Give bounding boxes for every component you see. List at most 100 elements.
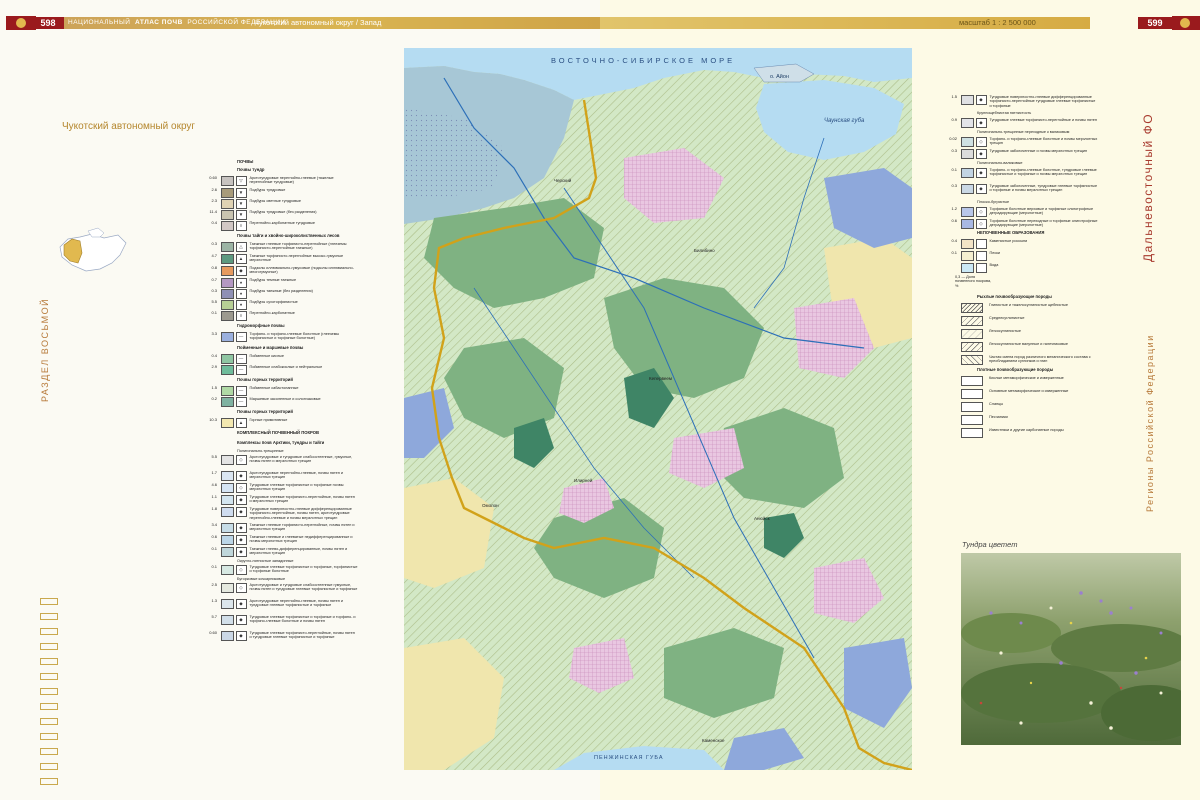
legend-item-label: Торфяно- и торфяно-глеевые болотные (гле… xyxy=(249,332,340,341)
legend-symbol-icon: ▼ xyxy=(235,188,247,198)
legend-symbol-icon: ♦ xyxy=(235,289,247,299)
legend-symbol-icon: ◊ xyxy=(235,311,247,321)
place-label: Анюйск xyxy=(754,516,770,521)
legend-item-label: Арктотундровые перегнойно-глеевые, почвы… xyxy=(249,471,344,480)
legend-symbol-icon: ◆ xyxy=(235,599,247,609)
legend-item-label: Горные примитивные xyxy=(249,418,288,422)
legend-pattern-swatch xyxy=(961,402,983,412)
legend-item: 2.5 ◇ Арктотундровые и тундровые слабоосте… xyxy=(205,582,358,593)
legend-item-percent: 1.1 xyxy=(211,494,217,499)
legend-item-label: Арктотундровые перегнойно-глеевые, почвы… xyxy=(249,599,344,608)
legend-item-label: Тундровые глеевые торфянисто-перегнойные… xyxy=(249,631,355,640)
legend-symbol-icon: ◆ xyxy=(235,547,247,557)
legend-item-label: Среднесуглинистые xyxy=(989,316,1025,320)
legend-item: 0.6 ◇ Торфяные болотные переходные и торфя… xyxy=(945,218,1098,229)
legend-item-label: Округло-пятнистые западинные xyxy=(237,559,294,563)
share-note: 0,3 — Доля почвенного покрова, % xyxy=(955,275,992,288)
legend-item-percent: 0.1 xyxy=(211,310,217,315)
legend-item: 0.8 ◆ Подзолы иллювиально-гумусовые (подзо… xyxy=(205,265,358,276)
legend-item: Легкосуглинистые xyxy=(961,329,1097,339)
legend-symbol-icon xyxy=(975,239,987,249)
legend-swatch xyxy=(961,239,974,249)
legend-item: Легкосуглинистые валунные и галечниковые xyxy=(961,342,1097,352)
legend-item-percent: 0.4 xyxy=(211,220,217,225)
legend-item-percent: 2.6 xyxy=(211,187,217,192)
legend-swatch xyxy=(221,365,234,375)
legend-item: Округло-пятнистые западинные xyxy=(237,559,345,563)
legend-item-label: Таежные торфянисто-перегнойные высоко-гу… xyxy=(249,254,344,263)
legend-symbol-icon: ◆ xyxy=(975,149,987,159)
legend-swatch xyxy=(221,332,234,342)
legend-swatch xyxy=(221,210,234,220)
legend-heading: Пойменные и маршевые почвы xyxy=(237,345,304,350)
legend-symbol-icon: ♦ xyxy=(235,300,247,310)
legend-item-label: Песчаники xyxy=(989,415,1008,419)
legend-symbol-icon: ◆ xyxy=(235,495,247,505)
legend-swatch xyxy=(221,507,234,517)
legend-item-percent: 3.3 xyxy=(211,331,217,336)
legend-heading: ПОЧВЫ xyxy=(237,159,254,164)
legend-item: 0.9 ◆ Тундровые глеевые торфянисто-перегно… xyxy=(945,117,1098,128)
legend-item: Известняки и другие карбонатные породы xyxy=(961,428,1097,438)
soil-map: ВОСТОЧНО-СИБИРСКОЕ МОРЕ о. Айон Чаунская… xyxy=(404,48,912,770)
legend-item-percent: 0.1 xyxy=(211,546,217,551)
legend-item: 0.3 △ Таежные глеевые торфянисто-перегнойн… xyxy=(205,241,358,252)
legend-item-label: Пески xyxy=(989,251,1001,255)
place-label: Кепервеем xyxy=(649,376,673,381)
legend-symbol-icon: ◊ xyxy=(235,221,247,231)
legend-symbol-icon: ◆ xyxy=(975,95,987,105)
legend-item: Бугорковые кочкарниковые xyxy=(237,577,345,581)
legend-heading: НЕПОЧВЕННЫЕ ОБРАЗОВАНИЯ xyxy=(977,230,1045,235)
legend-item-percent: 0.1 xyxy=(211,564,217,569)
legend-symbol-icon: — xyxy=(235,354,247,364)
legend-item: 4.6 ◇ Тундровые глеевые торфянистые и торф… xyxy=(205,482,358,493)
legend-symbol-icon: ▽ xyxy=(235,176,247,186)
legend-item: 1.1 ◆ Тундровые глеевые торфянисто-перегно… xyxy=(205,494,358,505)
legend-swatch xyxy=(221,565,234,575)
legend-item: 4.7 ▲ Таежные торфянисто-перегнойные высок… xyxy=(205,253,358,264)
legend-swatch xyxy=(221,483,234,493)
legend-swatch xyxy=(221,289,234,299)
legend-symbol-icon: ◆ xyxy=(975,118,987,128)
legend-item: Основные метаморфические и изверженные xyxy=(961,389,1097,399)
legend-item-label: Подзолы иллювиально-гумусовые (подзолы и… xyxy=(249,266,354,275)
deco-bar xyxy=(40,673,58,680)
legend-swatch xyxy=(221,221,234,231)
legend-item-percent: 0.8 xyxy=(211,265,217,270)
legend-item-percent: 0.60 xyxy=(209,630,217,635)
legend-symbol-icon: ▼ xyxy=(235,199,247,209)
soil-map-svg xyxy=(404,48,912,770)
legend-item-label: Тундровые глеевые торфянистые и торфяные… xyxy=(249,615,356,624)
legend-swatch xyxy=(221,397,234,407)
legend-symbol-icon: ◇ xyxy=(235,565,247,575)
legend-item: 5.5 ◇ Арктотундровые и тундровые слабоосте… xyxy=(205,454,358,465)
deco-bar xyxy=(40,643,58,650)
legend-item-percent: 0.3 xyxy=(211,241,217,246)
legend-item-percent: 3.4 xyxy=(211,522,217,527)
legend-swatch xyxy=(961,219,974,229)
legend-item: Полигонально-трещинные xyxy=(237,449,345,453)
legend-symbol-icon: — xyxy=(235,365,247,375)
legend-item: 1.5 — Пойменные сабастоланные xyxy=(205,385,358,396)
legend-item-label: Плоско-бугристые xyxy=(977,200,1010,204)
legend-item-label: Торфяно- и торфяно-глеевые болотные, тун… xyxy=(989,168,1097,177)
legend-swatch xyxy=(961,263,974,273)
deco-bar xyxy=(40,718,58,725)
legend-item-percent: 5.5 xyxy=(211,299,217,304)
legend-item-label: Глинистые и тяжелосуглинистые щебнистые xyxy=(989,303,1069,307)
legend-item: 2.3 ▼ Подбуры светлые тундровые xyxy=(205,198,358,209)
place-label: Билибино xyxy=(694,248,715,253)
left-page-number: 598 xyxy=(32,17,64,29)
legend-item: 0.60 ◆ Тундровые глеевые торфянисто-перегн… xyxy=(205,630,358,641)
legend-pattern-swatch xyxy=(961,355,983,365)
legend-item-label: Тундровые глеевые торфянистые и торфяные… xyxy=(249,565,358,574)
side-title-regions: Регионы Российской Федерации xyxy=(1145,334,1155,512)
section-label: РАЗДЕЛ ВОСЬМОЙ xyxy=(40,297,50,402)
legend-swatch xyxy=(961,251,974,261)
legend-item: 0.1 Пески xyxy=(945,250,1098,261)
legend-heading: Почвы тундр xyxy=(237,167,265,172)
legend-swatch xyxy=(221,471,234,481)
legend-item: Среднесуглинистые xyxy=(961,316,1097,326)
legend-item: 3.3 — Торфяно- и торфяно-глеевые болотные … xyxy=(205,331,358,342)
legend-swatch xyxy=(221,583,234,593)
